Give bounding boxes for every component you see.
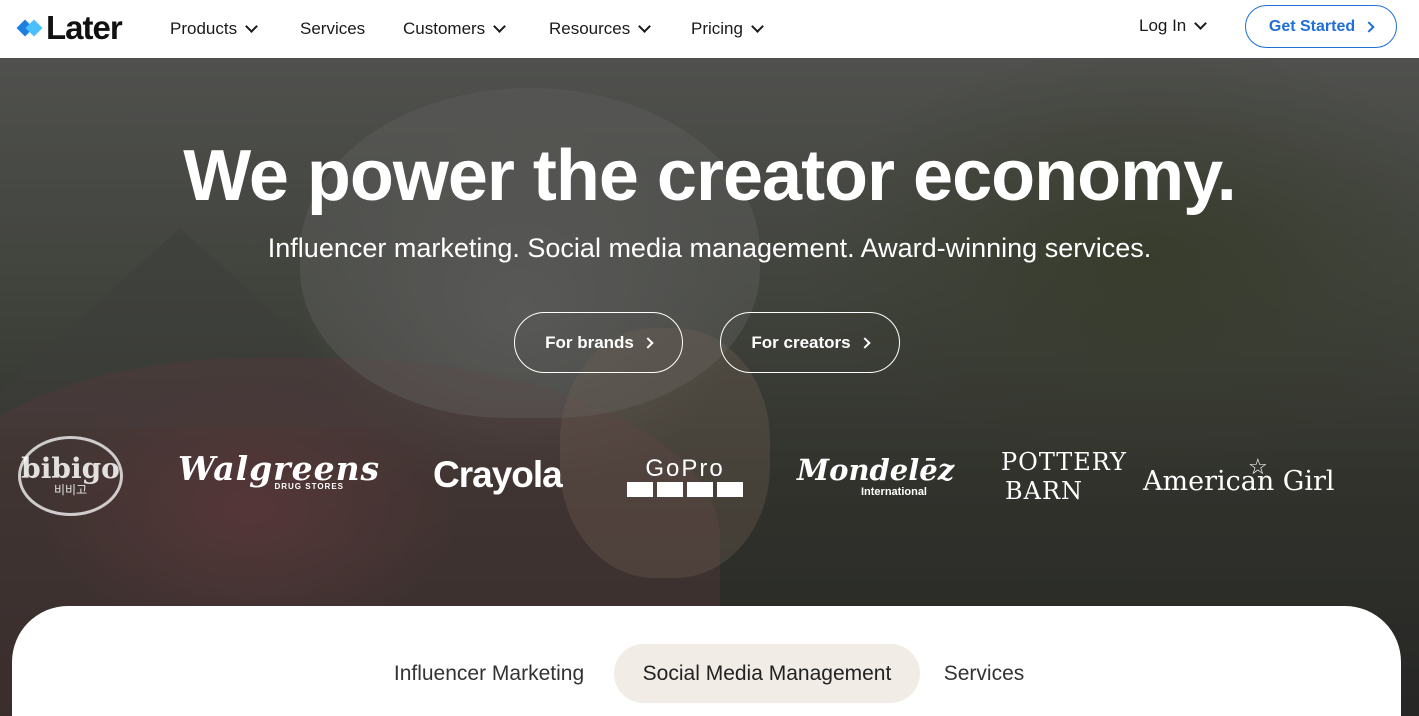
chevron-down-icon [245, 20, 258, 33]
later-logo[interactable]: Later [16, 9, 123, 46]
bibigo-logo-subtext: 비비고 [53, 483, 88, 497]
for-brands-button[interactable]: For brands [514, 312, 683, 373]
login-label: Log In [1139, 16, 1187, 35]
star-icon: ☆ [1248, 455, 1268, 480]
bibigo-logo-text: bibigo [21, 452, 120, 485]
chevron-right-icon [1363, 20, 1375, 33]
gopro-logo-text: GoPro [645, 455, 725, 482]
bibigo-logo: bibigo 비비고 [18, 436, 123, 516]
for-creators-button[interactable]: For creators [720, 312, 900, 373]
later-logo-icon [16, 18, 43, 38]
menu-item-services[interactable]: Services [300, 19, 365, 39]
for-brands-label: For brands [545, 332, 634, 352]
crayola-logo: Crayola [433, 454, 563, 495]
menu-item-products[interactable]: Products [170, 19, 258, 39]
menu-item-resources[interactable]: Resources [549, 19, 652, 39]
menu-item-label: Pricing [691, 19, 743, 38]
chevron-right-icon [642, 336, 654, 349]
chevron-down-icon [751, 20, 764, 33]
gopro-logo-bars [627, 482, 743, 497]
pottery-barn-line2: BARN [1004, 477, 1084, 505]
menu-item-label: Resources [549, 19, 631, 38]
menu-item-pricing[interactable]: Pricing [691, 19, 764, 39]
mondelez-logo-subtext: International [860, 486, 927, 498]
american-girl-logo: American Girl ☆ [1143, 455, 1335, 498]
chevron-down-icon [1194, 17, 1208, 30]
mondelez-logo-text: Mondelēz [797, 453, 955, 487]
tab-influencer-marketing[interactable]: Influencer Marketing [373, 644, 605, 703]
mondelez-logo: Mondelēz International [797, 453, 955, 498]
for-creators-label: For creators [751, 332, 851, 352]
pottery-barn-logo: POTTERY BARN [1001, 448, 1127, 506]
pottery-barn-line1: POTTERY [1001, 448, 1127, 476]
menu-item-label: Services [300, 19, 366, 38]
get-started-button[interactable]: Get Started [1245, 5, 1397, 48]
menu-item-label: Products [170, 19, 238, 38]
menu-item-customers[interactable]: Customers [403, 19, 507, 39]
top-nav: Later Products Services Customers Resour… [0, 0, 1419, 58]
hero-title: We power the creator economy. [183, 136, 1237, 216]
tab-social-media-management[interactable]: Social Media Management [614, 644, 920, 703]
get-started-label: Get Started [1268, 17, 1356, 35]
logo-text: Later [46, 9, 123, 46]
login-link[interactable]: Log In [1139, 0, 1208, 52]
chevron-down-icon [638, 20, 652, 33]
hero-subtitle: Influencer marketing. Social media manag… [267, 233, 1152, 263]
american-girl-logo-text: American Girl [1143, 466, 1335, 497]
gopro-logo: GoPro [627, 455, 743, 497]
chevron-right-icon [858, 336, 871, 349]
chevron-down-icon [493, 20, 507, 33]
walgreens-logo: Walgreens DRUG STORES [178, 451, 379, 491]
tab-services[interactable]: Services [928, 644, 1040, 703]
menu-item-label: Customers [403, 19, 486, 38]
